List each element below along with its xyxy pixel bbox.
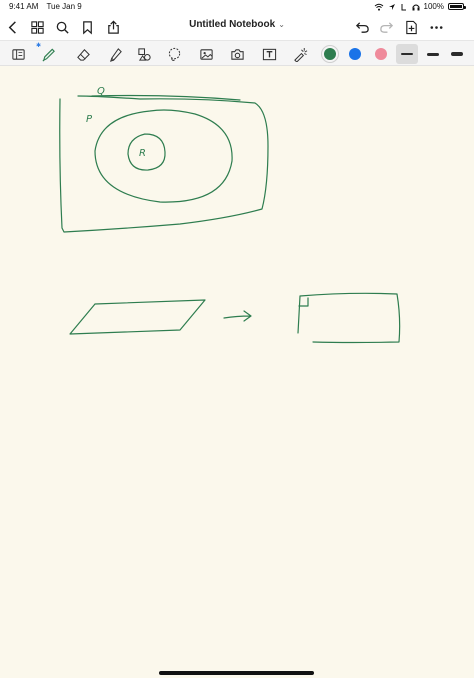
label-r: R xyxy=(139,148,146,159)
undo-button[interactable] xyxy=(351,17,373,37)
middle-ellipse-stroke xyxy=(94,109,233,203)
status-left: 9:41 AM Tue Jan 9 xyxy=(9,2,88,11)
location-icon xyxy=(388,3,395,10)
battery-icon xyxy=(448,3,466,10)
laser-icon xyxy=(293,47,307,62)
add-page-button[interactable] xyxy=(400,17,422,37)
lasso-icon xyxy=(168,47,180,61)
camera-tool[interactable] xyxy=(227,44,247,64)
camera-icon xyxy=(230,48,244,60)
highlighter-icon xyxy=(109,47,122,62)
inner-circle-stroke xyxy=(127,133,166,171)
thickness-thick-button[interactable] xyxy=(446,44,468,64)
color-pink-swatch[interactable] xyxy=(375,48,387,60)
shapes-tool[interactable] xyxy=(134,44,154,64)
bluetooth-icon: ✱ xyxy=(36,43,42,49)
color-green-swatch[interactable] xyxy=(324,48,336,60)
more-icon xyxy=(430,25,442,29)
text-tool[interactable] xyxy=(259,44,279,64)
handwriting-layer: Q P R xyxy=(59,86,401,344)
home-indicator[interactable] xyxy=(159,671,314,675)
notebook-title-text: Untitled Notebook xyxy=(189,19,276,30)
redo-icon xyxy=(379,21,393,33)
page-view-button[interactable] xyxy=(8,44,28,64)
laser-pointer-tool[interactable] xyxy=(290,44,310,64)
undo-icon xyxy=(355,21,369,33)
more-button[interactable] xyxy=(425,17,447,37)
status-bar: 9:41 AM Tue Jan 9 100% xyxy=(0,0,474,14)
highlighter-tool[interactable] xyxy=(105,44,125,64)
status-right: 100% xyxy=(374,2,466,11)
redo-button[interactable] xyxy=(375,17,397,37)
lasso-tool[interactable] xyxy=(164,44,184,64)
thin-line-icon xyxy=(401,53,413,55)
eraser-tool[interactable] xyxy=(73,44,93,64)
image-icon xyxy=(199,48,213,60)
image-tool[interactable] xyxy=(196,44,216,64)
page-view-icon xyxy=(11,48,25,60)
headphones-icon xyxy=(412,4,420,10)
pen-icon xyxy=(41,48,55,61)
text-icon xyxy=(262,48,276,60)
parallelogram-stroke xyxy=(69,299,206,335)
navigation-bar: Untitled Notebook ⌄ xyxy=(0,14,474,40)
battery-percent: 100% xyxy=(423,2,444,11)
thickness-medium-button[interactable] xyxy=(422,44,444,64)
thick-line-icon xyxy=(451,51,463,57)
arrow-stroke xyxy=(223,310,252,322)
label-p: P xyxy=(86,114,93,125)
thickness-thin-button[interactable] xyxy=(396,44,418,64)
notebook-canvas[interactable]: Q P R xyxy=(0,66,474,668)
status-date: Tue Jan 9 xyxy=(46,2,82,11)
chevron-down-icon: ⌄ xyxy=(278,20,285,29)
wifi-icon xyxy=(374,3,383,11)
shapes-icon xyxy=(137,47,151,61)
orientation-lock-icon xyxy=(401,3,406,10)
status-time: 9:41 AM xyxy=(9,2,39,11)
add-page-icon xyxy=(405,20,417,34)
eraser-icon xyxy=(76,48,90,61)
medium-line-icon xyxy=(427,52,439,56)
color-blue-swatch[interactable] xyxy=(349,48,361,60)
tool-bar xyxy=(0,40,474,66)
label-q: Q xyxy=(97,86,105,97)
rectangle-stroke xyxy=(297,292,401,344)
